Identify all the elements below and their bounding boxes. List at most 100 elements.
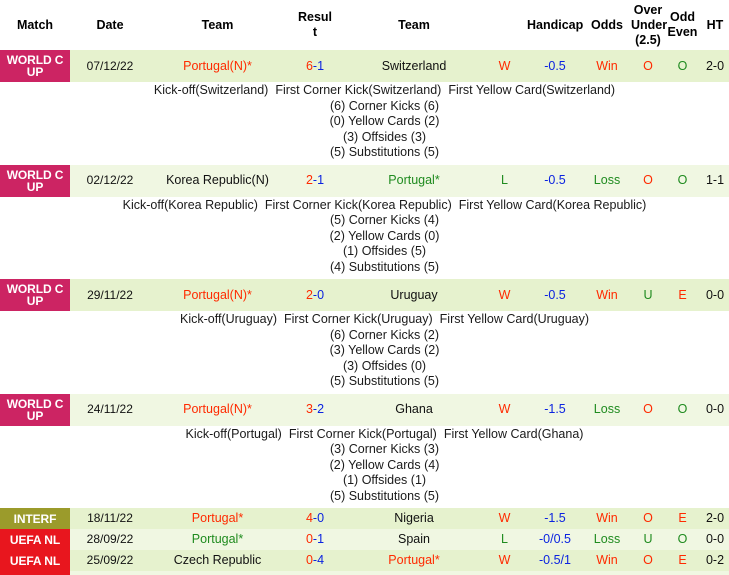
home-team-name-text: Portugal* <box>191 511 244 526</box>
score-away: 1 <box>317 58 325 73</box>
competition-badge[interactable]: WORLD C UP <box>0 164 70 197</box>
home-team-name[interactable]: Switzerland <box>150 571 285 575</box>
competition-badge-cell[interactable]: WORLD C UP <box>0 50 70 83</box>
match-score[interactable]: 2-0 <box>285 279 345 312</box>
competition-badge-cell[interactable]: INTERF <box>0 508 70 530</box>
win-loss-indicator-text: W <box>498 511 511 526</box>
away-team-name-text: Spain <box>398 532 430 547</box>
competition-badge[interactable]: WORLD C UP <box>0 50 70 83</box>
table-row[interactable]: WORLD C UP 02/12/22 Korea Republic(N) 2-1 Por… <box>0 164 729 197</box>
competition-badge-label: WORLD C UP <box>6 167 64 194</box>
match-score[interactable]: 0-1 <box>285 529 345 551</box>
competition-badge[interactable]: WORLD C UP <box>0 279 70 312</box>
kick-off-info: Kick-off(Uruguay) <box>179 312 278 327</box>
away-team-name[interactable]: Uruguay <box>345 279 483 312</box>
match-date-text: 29/11/22 <box>87 287 133 302</box>
substitutions-stat: (5) Substitutions (5) <box>329 145 440 160</box>
home-team-name[interactable]: Czech Republic <box>150 550 285 572</box>
away-team-name-text: Ghana <box>395 402 433 417</box>
home-team-name[interactable]: Portugal(N)* <box>150 50 285 83</box>
header-oddeven-line2: Even <box>667 25 698 40</box>
header-ou25-line2: Under <box>631 17 668 32</box>
odd-even-value-text: O <box>677 402 688 417</box>
home-team-name[interactable]: Portugal* <box>150 508 285 530</box>
score-home: 0 <box>305 532 313 547</box>
handicap-value-text: -1.5 <box>544 402 566 417</box>
competition-badge[interactable]: INTERF <box>0 508 70 530</box>
match-score[interactable]: 6-1 <box>285 50 345 83</box>
table-row[interactable]: WORLD C UP 07/12/22 Portugal(N)* 6-1 Switzerl… <box>0 50 729 83</box>
competition-badge-cell[interactable]: UEFA NL <box>0 571 70 575</box>
header-odd-even: Odd Even <box>666 0 699 51</box>
table-row[interactable]: INTERF 18/11/22 Portugal* 4-0 Nigeria W -1.5 Wi… <box>0 508 729 530</box>
competition-badge-cell[interactable]: WORLD C UP <box>0 164 70 197</box>
competition-badge-cell[interactable]: UEFA NL <box>0 550 70 572</box>
match-score[interactable]: 4-0 <box>285 508 345 530</box>
match-score[interactable]: 2-1 <box>285 164 345 197</box>
win-loss-indicator: W <box>483 50 526 83</box>
home-team-name[interactable]: Portugal* <box>150 529 285 551</box>
odds-result: Loss <box>584 571 630 575</box>
competition-badge-label: INTERF <box>13 511 57 526</box>
away-team-name[interactable]: Portugal* <box>345 550 483 572</box>
competition-badge[interactable]: WORLD C UP <box>0 393 70 426</box>
score-away: 4 <box>317 553 325 568</box>
win-loss-indicator-text: W <box>498 58 511 73</box>
away-team-name[interactable]: Ghana <box>345 393 483 426</box>
match-date: 29/11/22 <box>70 279 150 312</box>
corner-kicks-stat: (6) Corner Kicks (2) <box>329 327 440 342</box>
score-home: 6 <box>305 58 313 73</box>
half-time-score: 0-0 <box>699 279 729 312</box>
header-team-home: Team <box>150 0 285 51</box>
kick-off-info: Kick-off(Portugal) <box>185 426 282 441</box>
table-row[interactable]: UEFA NL13/06/22Switzerland1-0Portugal*L-… <box>0 571 729 575</box>
table-row[interactable]: WORLD C UP 24/11/22 Portugal(N)* 3-2 Ghana W -1… <box>0 393 729 426</box>
match-score[interactable]: 3-2 <box>285 393 345 426</box>
half-time-score: 2-0 <box>699 508 729 530</box>
match-detail-first-events: Kick-off(Portugal) First Corner Kick(Port… <box>66 427 703 443</box>
handicap-value: -0/0.5 <box>526 571 584 575</box>
substitutions-stat: (5) Substitutions (5) <box>329 374 440 389</box>
handicap-value-text: -0.5 <box>544 287 566 302</box>
match-score[interactable]: 1-0 <box>285 571 345 575</box>
home-team-name[interactable]: Portugal(N)* <box>150 279 285 312</box>
match-score[interactable]: 0-4 <box>285 550 345 572</box>
match-date: 24/11/22 <box>70 393 150 426</box>
table-row[interactable]: UEFA NL 28/09/22 Portugal* 0-1 Spain L -0/0.5 L… <box>0 529 729 551</box>
home-team-name[interactable]: Korea Republic(N) <box>150 164 285 197</box>
odds-result: Loss <box>584 164 630 197</box>
table-row[interactable]: UEFA NL 25/09/22 Czech Republic 0-4 Portugal… <box>0 550 729 572</box>
first-yellow-card-info: First Yellow Card(Uruguay) <box>439 312 590 327</box>
match-date-text: 18/11/22 <box>87 511 133 526</box>
first-corner-kick-info: First Corner Kick(Portugal) <box>288 426 437 441</box>
competition-badge-cell[interactable]: WORLD C UP <box>0 279 70 312</box>
odd-even-value: O <box>666 164 699 197</box>
odd-even-value: E <box>666 508 699 530</box>
odd-even-value-text: O <box>677 173 688 188</box>
table-row[interactable]: WORLD C UP 29/11/22 Portugal(N)* 2-0 Uruguay W… <box>0 279 729 312</box>
over-under-25-value-text: O <box>643 58 653 73</box>
competition-badge[interactable]: UEFA NL <box>0 529 70 551</box>
win-loss-indicator-text: L <box>501 532 508 547</box>
competition-badge-cell[interactable]: UEFA NL <box>0 529 70 551</box>
away-team-name[interactable]: Switzerland <box>345 50 483 83</box>
competition-badge-cell[interactable]: WORLD C UP <box>0 393 70 426</box>
match-detail-block: Kick-off(Uruguay) First Corner Kick(Urugu… <box>0 312 729 390</box>
win-loss-indicator-text: W <box>498 553 511 568</box>
competition-badge[interactable]: UEFA NL <box>0 550 70 572</box>
offsides-stat: (1) Offsides (5) <box>342 244 427 259</box>
away-team-name[interactable]: Spain <box>345 529 483 551</box>
home-team-name[interactable]: Portugal(N)* <box>150 393 285 426</box>
header-date: Date <box>70 0 150 51</box>
header-oddeven-line1: Odd <box>670 10 695 25</box>
odd-even-value-text: O <box>677 58 688 73</box>
over-under-25-value: U <box>630 571 666 575</box>
away-team-name[interactable]: Nigeria <box>345 508 483 530</box>
away-team-name[interactable]: Portugal* <box>345 571 483 575</box>
header-result-line2: t <box>312 25 318 40</box>
match-date-text: 25/09/22 <box>86 553 134 568</box>
away-team-name[interactable]: Portugal* <box>345 164 483 197</box>
away-team-name-text: Portugal* <box>388 173 440 188</box>
competition-badge[interactable]: UEFA NL <box>0 571 70 575</box>
handicap-value-text: -0/0.5 <box>539 532 571 547</box>
